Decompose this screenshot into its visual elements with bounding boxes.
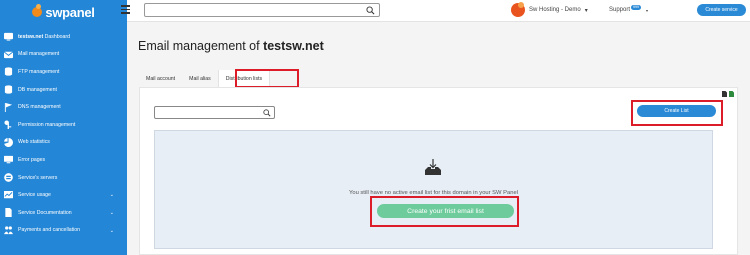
sidebar-item-db[interactable]: DB management bbox=[0, 81, 127, 99]
database-icon bbox=[4, 85, 13, 94]
chevron-down-icon: ⌄ bbox=[109, 227, 114, 234]
support-badge: 999 bbox=[631, 4, 642, 10]
sidebar-item-label: Service Documentation bbox=[18, 209, 72, 216]
search-icon[interactable] bbox=[263, 108, 271, 117]
inbox-download-icon bbox=[425, 159, 441, 175]
search-icon[interactable] bbox=[366, 5, 375, 15]
sidebar-item-label: Service usage bbox=[18, 192, 51, 199]
key-icon bbox=[4, 120, 13, 130]
sidebar-item-service-servers[interactable]: Service's servers bbox=[0, 169, 127, 187]
sidebar-item-service-documentation[interactable]: Service Documentation ⌄ bbox=[0, 204, 127, 222]
global-search-input[interactable] bbox=[144, 3, 380, 17]
sidebar-item-service-usage[interactable]: Service usage ⌄ bbox=[0, 186, 127, 204]
caret-down-icon: ▾ bbox=[646, 7, 649, 13]
sidebar-item-label: DNS management bbox=[18, 104, 61, 111]
sw-hosting-icon bbox=[511, 2, 525, 17]
sidebar-item-label: Error pages bbox=[18, 156, 46, 163]
hosting-label: Sw Hosting - Demo bbox=[529, 7, 581, 13]
sidebar-item-label: Service's servers bbox=[18, 174, 58, 181]
sidebar-item-label: testsw.net Dashboard bbox=[18, 33, 71, 40]
sidebar-item-web-statistics[interactable]: Web statistics bbox=[0, 134, 127, 152]
flag-icon bbox=[4, 102, 13, 112]
logo[interactable]: swpanel bbox=[0, 0, 127, 24]
create-service-button[interactable]: Create service bbox=[697, 4, 746, 16]
sidebar-item-ftp[interactable]: FTP management bbox=[0, 63, 127, 81]
sidebar-item-mail[interactable]: Mail management bbox=[0, 46, 127, 64]
support-label: Support bbox=[609, 7, 631, 13]
empty-state: You still have no active email list for … bbox=[154, 130, 713, 249]
caret-down-icon: ▾ bbox=[584, 7, 588, 14]
tabs: Mail account Mail alias Distribution lis… bbox=[139, 70, 271, 88]
excel-export-icon[interactable] bbox=[729, 91, 734, 97]
hamburger-menu-icon[interactable] bbox=[121, 5, 130, 14]
sidebar-nav: testsw.net Dashboard Mail management FTP… bbox=[0, 28, 127, 239]
support-dropdown[interactable]: Support 999 ▾ bbox=[609, 4, 649, 13]
logo-text: swpanel bbox=[45, 4, 95, 20]
tab-distribution-lists[interactable]: Distribution lists bbox=[217, 70, 271, 88]
swpanel-logo-icon bbox=[32, 4, 43, 17]
chevron-down-icon: ⌄ bbox=[109, 209, 114, 216]
sidebar-item-label: Payments and cancellation bbox=[18, 227, 80, 234]
sidebar-item-label: Permission management bbox=[18, 121, 76, 128]
export-icons bbox=[722, 91, 734, 97]
create-first-list-button[interactable]: Create your frist email list bbox=[377, 204, 514, 218]
sidebar-item-label: Mail management bbox=[18, 51, 60, 58]
pie-chart-icon bbox=[4, 137, 13, 147]
create-list-button[interactable]: Create List bbox=[637, 105, 716, 117]
mail-icon bbox=[4, 50, 13, 59]
tab-mail-alias[interactable]: Mail alias bbox=[182, 70, 218, 88]
distribution-lists-panel: Create List You still have no active ema… bbox=[139, 87, 738, 255]
payments-icon bbox=[4, 226, 13, 235]
database-icon bbox=[4, 67, 13, 77]
empty-state-message: You still have no active email list for … bbox=[349, 190, 518, 196]
pdf-export-icon[interactable] bbox=[722, 91, 727, 97]
dashboard-icon bbox=[4, 32, 13, 41]
tab-mail-account[interactable]: Mail account bbox=[139, 70, 182, 88]
server-icon bbox=[4, 173, 13, 182]
sidebar: swpanel testsw.net Dashboard Mail manage… bbox=[0, 0, 127, 255]
document-icon bbox=[4, 208, 13, 218]
sidebar-item-error-pages[interactable]: Error pages bbox=[0, 151, 127, 169]
page-title: Email management of testsw.net bbox=[138, 39, 324, 53]
sidebar-item-label: DB management bbox=[18, 86, 57, 93]
sidebar-item-permission[interactable]: Permission management bbox=[0, 116, 127, 134]
list-search-input[interactable] bbox=[154, 106, 275, 119]
sidebar-item-payments[interactable]: Payments and cancellation ⌄ bbox=[0, 222, 127, 240]
sidebar-item-dns[interactable]: DNS management bbox=[0, 98, 127, 116]
topbar: Sw Hosting - Demo ▾ Support 999 ▾ Create… bbox=[121, 0, 750, 22]
sidebar-item-label: Web statistics bbox=[18, 139, 50, 146]
chevron-down-icon: ⌄ bbox=[109, 192, 114, 199]
monitor-icon bbox=[4, 155, 13, 164]
hosting-account-dropdown[interactable]: Sw Hosting - Demo ▾ bbox=[511, 2, 588, 17]
sidebar-item-label: FTP management bbox=[18, 68, 60, 75]
usage-icon bbox=[4, 190, 13, 200]
sidebar-item-dashboard[interactable]: testsw.net Dashboard bbox=[0, 28, 127, 46]
